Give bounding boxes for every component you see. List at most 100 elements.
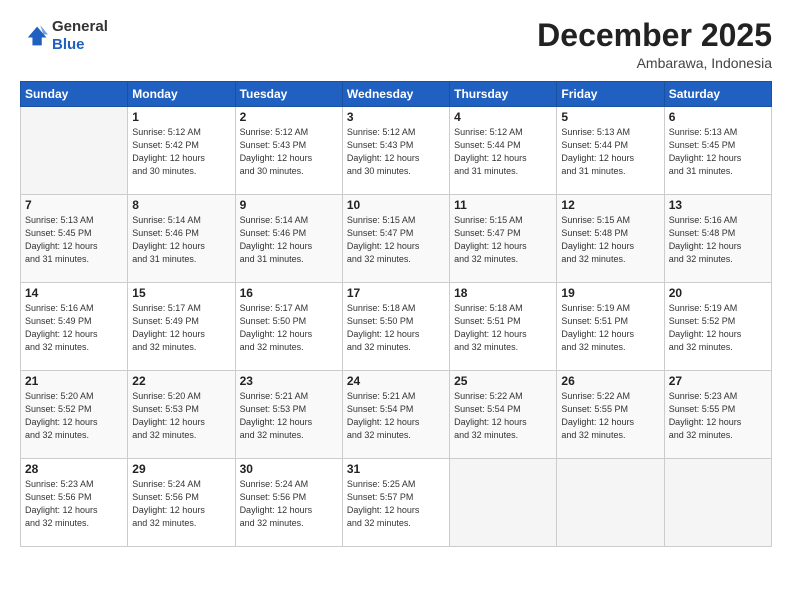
calendar-cell: 20 Sunrise: 5:19 AM Sunset: 5:52 PM Dayli… xyxy=(664,283,771,371)
cell-info: Sunrise: 5:20 AM Sunset: 5:53 PM Dayligh… xyxy=(132,390,230,442)
day-number: 26 xyxy=(561,374,659,388)
calendar-cell: 18Sunrise: 5:18 AM Sunset: 5:51 PM Dayli… xyxy=(450,283,557,371)
title-block: December 2025 Ambarawa, Indonesia xyxy=(537,18,772,71)
calendar-cell: 11Sunrise: 5:15 AM Sunset: 5:47 PM Dayli… xyxy=(450,195,557,283)
calendar-cell xyxy=(557,459,664,547)
day-number: 19 xyxy=(561,286,659,300)
cell-info: Sunrise: 5:23 AM Sunset: 5:55 PM Dayligh… xyxy=(669,390,767,442)
logo: General Blue xyxy=(20,18,108,54)
calendar-cell: 22Sunrise: 5:20 AM Sunset: 5:53 PM Dayli… xyxy=(128,371,235,459)
calendar-cell: 23 Sunrise: 5:21 AM Sunset: 5:53 PM Dayli… xyxy=(235,371,342,459)
weekday-header-monday: Monday xyxy=(128,82,235,107)
weekday-header-saturday: Saturday xyxy=(664,82,771,107)
day-number: 28 xyxy=(25,462,123,476)
day-number: 30 xyxy=(240,462,338,476)
logo-general-text: General xyxy=(52,18,108,35)
calendar-cell: 1Sunrise: 5:12 AM Sunset: 5:42 PM Daylig… xyxy=(128,107,235,195)
cell-info: Sunrise: 5:24 AM Sunset: 5:56 PM Dayligh… xyxy=(240,478,338,530)
day-number: 13 xyxy=(669,198,767,212)
cell-info: Sunrise: 5:19 AM Sunset: 5:51 PM Dayligh… xyxy=(561,302,659,354)
calendar-cell: 26 Sunrise: 5:22 AM Sunset: 5:55 PM Dayli… xyxy=(557,371,664,459)
cell-info: Sunrise: 5:25 AM Sunset: 5:57 PM Dayligh… xyxy=(347,478,445,530)
day-number: 21 xyxy=(25,374,123,388)
day-number: 10 xyxy=(347,198,445,212)
calendar-cell: 16 Sunrise: 5:17 AM Sunset: 5:50 PM Dayli… xyxy=(235,283,342,371)
calendar-cell: 5 Sunrise: 5:13 AM Sunset: 5:44 PM Daylig… xyxy=(557,107,664,195)
cell-info: Sunrise: 5:17 AM Sunset: 5:49 PM Dayligh… xyxy=(132,302,230,354)
logo-text: General Blue xyxy=(52,18,108,54)
cell-info: Sunrise: 5:18 AM Sunset: 5:50 PM Dayligh… xyxy=(347,302,445,354)
calendar-header: SundayMondayTuesdayWednesdayThursdayFrid… xyxy=(21,82,772,107)
cell-info: Sunrise: 5:12 AM Sunset: 5:44 PM Dayligh… xyxy=(454,126,552,178)
weekday-header-wednesday: Wednesday xyxy=(342,82,449,107)
calendar-cell: 17Sunrise: 5:18 AM Sunset: 5:50 PM Dayli… xyxy=(342,283,449,371)
weekday-header-friday: Friday xyxy=(557,82,664,107)
calendar-cell: 15 Sunrise: 5:17 AM Sunset: 5:49 PM Dayli… xyxy=(128,283,235,371)
logo-blue-text: Blue xyxy=(52,36,85,53)
day-number: 2 xyxy=(240,110,338,124)
cell-info: Sunrise: 5:14 AM Sunset: 5:46 PM Dayligh… xyxy=(132,214,230,266)
page: General Blue December 2025 Ambarawa, Ind… xyxy=(0,0,792,612)
cell-info: Sunrise: 5:13 AM Sunset: 5:44 PM Dayligh… xyxy=(561,126,659,178)
calendar: SundayMondayTuesdayWednesdayThursdayFrid… xyxy=(20,81,772,547)
header: General Blue December 2025 Ambarawa, Ind… xyxy=(20,18,772,71)
calendar-cell: 30 Sunrise: 5:24 AM Sunset: 5:56 PM Dayli… xyxy=(235,459,342,547)
day-number: 23 xyxy=(240,374,338,388)
cell-info: Sunrise: 5:13 AM Sunset: 5:45 PM Dayligh… xyxy=(669,126,767,178)
day-number: 24 xyxy=(347,374,445,388)
day-number: 15 xyxy=(132,286,230,300)
day-number: 31 xyxy=(347,462,445,476)
calendar-cell: 31 Sunrise: 5:25 AM Sunset: 5:57 PM Dayli… xyxy=(342,459,449,547)
calendar-week-4: 21 Sunrise: 5:20 AM Sunset: 5:52 PM Dayli… xyxy=(21,371,772,459)
day-number: 5 xyxy=(561,110,659,124)
cell-info: Sunrise: 5:20 AM Sunset: 5:52 PM Dayligh… xyxy=(25,390,123,442)
day-number: 3 xyxy=(347,110,445,124)
day-number: 6 xyxy=(669,110,767,124)
cell-info: Sunrise: 5:19 AM Sunset: 5:52 PM Dayligh… xyxy=(669,302,767,354)
cell-info: Sunrise: 5:24 AM Sunset: 5:56 PM Dayligh… xyxy=(132,478,230,530)
day-number: 9 xyxy=(240,198,338,212)
calendar-cell: 7Sunrise: 5:13 AM Sunset: 5:45 PM Daylig… xyxy=(21,195,128,283)
calendar-cell: 14 Sunrise: 5:16 AM Sunset: 5:49 PM Dayli… xyxy=(21,283,128,371)
day-number: 18 xyxy=(454,286,552,300)
day-number: 14 xyxy=(25,286,123,300)
calendar-cell: 2 Sunrise: 5:12 AM Sunset: 5:43 PM Daylig… xyxy=(235,107,342,195)
calendar-week-1: 1Sunrise: 5:12 AM Sunset: 5:42 PM Daylig… xyxy=(21,107,772,195)
cell-info: Sunrise: 5:16 AM Sunset: 5:48 PM Dayligh… xyxy=(669,214,767,266)
cell-info: Sunrise: 5:22 AM Sunset: 5:54 PM Dayligh… xyxy=(454,390,552,442)
logo-icon xyxy=(20,22,48,50)
weekday-row: SundayMondayTuesdayWednesdayThursdayFrid… xyxy=(21,82,772,107)
cell-info: Sunrise: 5:17 AM Sunset: 5:50 PM Dayligh… xyxy=(240,302,338,354)
day-number: 12 xyxy=(561,198,659,212)
cell-info: Sunrise: 5:12 AM Sunset: 5:43 PM Dayligh… xyxy=(347,126,445,178)
day-number: 20 xyxy=(669,286,767,300)
calendar-cell xyxy=(664,459,771,547)
calendar-cell: 27Sunrise: 5:23 AM Sunset: 5:55 PM Dayli… xyxy=(664,371,771,459)
cell-info: Sunrise: 5:21 AM Sunset: 5:54 PM Dayligh… xyxy=(347,390,445,442)
calendar-cell: 12Sunrise: 5:15 AM Sunset: 5:48 PM Dayli… xyxy=(557,195,664,283)
calendar-week-3: 14 Sunrise: 5:16 AM Sunset: 5:49 PM Dayli… xyxy=(21,283,772,371)
calendar-cell: 8 Sunrise: 5:14 AM Sunset: 5:46 PM Daylig… xyxy=(128,195,235,283)
weekday-header-tuesday: Tuesday xyxy=(235,82,342,107)
cell-info: Sunrise: 5:14 AM Sunset: 5:46 PM Dayligh… xyxy=(240,214,338,266)
calendar-cell: 19 Sunrise: 5:19 AM Sunset: 5:51 PM Dayli… xyxy=(557,283,664,371)
cell-info: Sunrise: 5:15 AM Sunset: 5:47 PM Dayligh… xyxy=(347,214,445,266)
day-number: 25 xyxy=(454,374,552,388)
day-number: 11 xyxy=(454,198,552,212)
calendar-week-5: 28Sunrise: 5:23 AM Sunset: 5:56 PM Dayli… xyxy=(21,459,772,547)
cell-info: Sunrise: 5:22 AM Sunset: 5:55 PM Dayligh… xyxy=(561,390,659,442)
calendar-cell: 29 Sunrise: 5:24 AM Sunset: 5:56 PM Dayli… xyxy=(128,459,235,547)
cell-info: Sunrise: 5:12 AM Sunset: 5:43 PM Dayligh… xyxy=(240,126,338,178)
day-number: 16 xyxy=(240,286,338,300)
calendar-cell: 13 Sunrise: 5:16 AM Sunset: 5:48 PM Dayli… xyxy=(664,195,771,283)
day-number: 29 xyxy=(132,462,230,476)
weekday-header-sunday: Sunday xyxy=(21,82,128,107)
cell-info: Sunrise: 5:12 AM Sunset: 5:42 PM Dayligh… xyxy=(132,126,230,178)
calendar-cell xyxy=(21,107,128,195)
cell-info: Sunrise: 5:13 AM Sunset: 5:45 PM Dayligh… xyxy=(25,214,123,266)
day-number: 8 xyxy=(132,198,230,212)
cell-info: Sunrise: 5:16 AM Sunset: 5:49 PM Dayligh… xyxy=(25,302,123,354)
location: Ambarawa, Indonesia xyxy=(537,55,772,71)
cell-info: Sunrise: 5:21 AM Sunset: 5:53 PM Dayligh… xyxy=(240,390,338,442)
calendar-cell: 3 Sunrise: 5:12 AM Sunset: 5:43 PM Daylig… xyxy=(342,107,449,195)
